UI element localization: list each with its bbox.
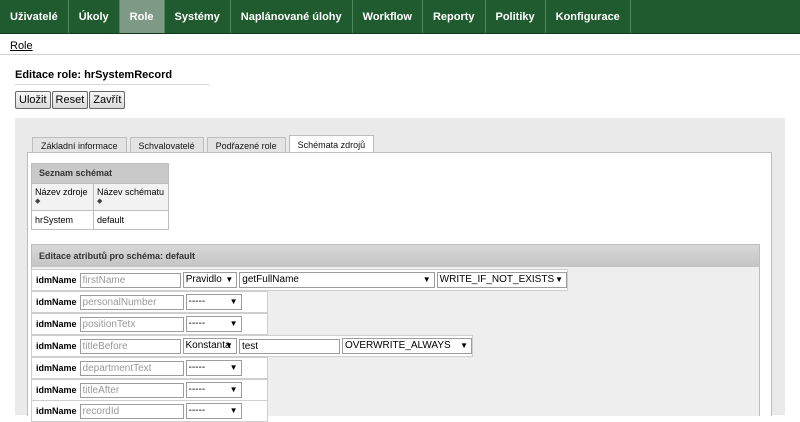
mapping-type-select[interactable]: ----- ▼ (185, 294, 242, 310)
col-schema-name[interactable]: Název schématu ◆ (94, 184, 167, 210)
title-underline (15, 84, 210, 85)
chevron-down-icon: ▼ (229, 297, 238, 306)
chevron-down-icon: ▼ (225, 275, 234, 284)
schema-list: Seznam schémat Název zdroje ◆ Název schém… (31, 163, 169, 230)
close-button[interactable]: Zavřít (89, 91, 126, 109)
attribute-row: idmName departmentText ----- ▼ (31, 357, 268, 379)
col-resource-name[interactable]: Název zdroje ◆ (32, 184, 94, 210)
attribute-row: idmName personalNumber ----- ▼ (31, 291, 268, 313)
attribute-row: idmName recordId ----- ▼ (31, 400, 268, 422)
attribute-label: idmName (36, 385, 77, 395)
write-mode-select[interactable]: OVERWRITE_ALWAYS ▼ (341, 338, 472, 354)
mapping-type-select[interactable]: ----- ▼ (185, 403, 242, 419)
attribute-name-input[interactable]: firstName (79, 272, 181, 288)
save-button[interactable]: Uložit (15, 91, 51, 109)
write-mode-select[interactable]: WRITE_IF_NOT_EXISTS ▼ (436, 272, 567, 288)
nav-scheduled-tasks[interactable]: Naplánované úlohy (231, 0, 353, 33)
attribute-label: idmName (36, 297, 77, 307)
breadcrumb-role[interactable]: Role (10, 40, 33, 52)
attribute-name-input[interactable]: titleBefore (79, 338, 181, 354)
attribute-name-input[interactable]: personalNumber (79, 294, 184, 310)
chevron-down-icon: ▼ (460, 341, 468, 350)
schema-row[interactable]: hrSystem default (32, 210, 168, 229)
chevron-down-icon: ▼ (225, 341, 233, 350)
attribute-name-input[interactable]: departmentText (79, 360, 184, 376)
mapping-type-select[interactable]: ----- ▼ (185, 316, 242, 332)
chevron-down-icon: ▼ (422, 275, 431, 284)
nav-workflow[interactable]: Workflow (353, 0, 423, 33)
chevron-down-icon: ▼ (229, 319, 238, 328)
nav-users[interactable]: Uživatelé (0, 0, 69, 33)
schema-list-header: Název zdroje ◆ Název schématu ◆ (32, 183, 168, 210)
reset-button[interactable]: Reset (51, 91, 89, 109)
chevron-down-icon: ▼ (229, 363, 238, 372)
attribute-label: idmName (36, 341, 77, 351)
attribute-row: idmName positionTetx ----- ▼ (31, 313, 268, 335)
rule-select[interactable]: getFullName ▼ (239, 272, 435, 288)
attribute-label: idmName (36, 319, 77, 329)
sort-icon[interactable]: ◆ (35, 197, 90, 207)
attribute-editor-title: Editace atributů pro schéma: default (32, 245, 759, 267)
nav-systems[interactable]: Systémy (165, 0, 231, 33)
cell-resource: hrSystem (32, 211, 94, 229)
chevron-down-icon: ▼ (555, 275, 563, 284)
attribute-name-input[interactable]: recordId (79, 403, 184, 419)
mapping-type-select[interactable]: Konstanta ▼ (182, 338, 237, 354)
nav-roles[interactable]: Role (119, 0, 165, 33)
attribute-row: idmName titleBefore Konstanta ▼ test OVER… (31, 335, 473, 357)
mapping-type-select[interactable]: ----- ▼ (185, 360, 242, 376)
attribute-row: idmName titleAfter ----- ▼ (31, 379, 268, 401)
sort-icon[interactable]: ◆ (97, 197, 164, 207)
action-buttons: Uložit Reset Zavřít (15, 91, 126, 109)
page-title: Editace role: hrSystemRecord (15, 69, 173, 81)
nav-reports[interactable]: Reporty (423, 0, 486, 33)
nav-tasks[interactable]: Úkoly (69, 0, 120, 33)
mapping-type-select[interactable]: ----- ▼ (185, 382, 242, 398)
attribute-label: idmName (36, 275, 77, 285)
schema-list-title: Seznam schémat (32, 164, 168, 183)
attribute-name-input[interactable]: titleAfter (79, 382, 184, 398)
cell-schema: default (97, 215, 125, 225)
chevron-down-icon: ▼ (229, 385, 238, 394)
attribute-label: idmName (36, 363, 77, 373)
nav-configuration[interactable]: Konfigurace (546, 0, 631, 33)
constant-value-input[interactable]: test (238, 338, 340, 354)
chevron-down-icon: ▼ (229, 406, 238, 415)
divider (0, 54, 800, 55)
attribute-row: idmName firstName Pravidlo ▼ getFullName ▼… (31, 269, 568, 291)
attribute-name-input[interactable]: positionTetx (79, 316, 184, 332)
nav-policies[interactable]: Politiky (486, 0, 546, 33)
top-nav: Uživatelé Úkoly Role Systémy Naplánované… (0, 0, 800, 34)
mapping-type-select[interactable]: Pravidlo ▼ (182, 272, 238, 288)
